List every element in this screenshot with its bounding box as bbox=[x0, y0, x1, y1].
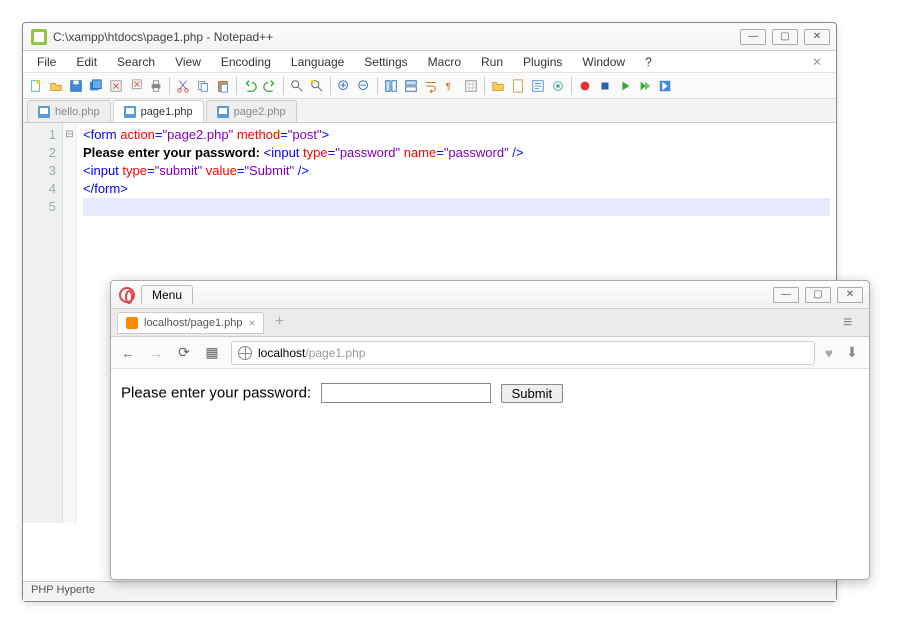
document-tabs: hello.php page1.php page2.php bbox=[23, 99, 836, 123]
redo-icon[interactable] bbox=[261, 77, 279, 95]
open-file-icon[interactable] bbox=[47, 77, 65, 95]
speed-dial-icon[interactable]: ▦ bbox=[203, 344, 221, 362]
file-icon bbox=[217, 106, 229, 118]
npp-statusbar: PHP Hyperte bbox=[23, 581, 836, 601]
cut-icon[interactable] bbox=[174, 77, 192, 95]
tab-page1-php[interactable]: page1.php bbox=[113, 100, 204, 122]
tab-hello-php[interactable]: hello.php bbox=[27, 100, 111, 122]
npp-app-icon bbox=[31, 29, 47, 45]
browser-maximize-button[interactable]: ▢ bbox=[805, 287, 831, 303]
doc-map-icon[interactable] bbox=[509, 77, 527, 95]
browser-tabstrip: localhost/page1.php × + ≡ bbox=[111, 309, 869, 337]
show-all-chars-icon[interactable]: ¶ bbox=[442, 77, 460, 95]
folder-tree-icon[interactable] bbox=[489, 77, 507, 95]
back-button[interactable]: ← bbox=[119, 344, 137, 362]
menu-file[interactable]: File bbox=[29, 53, 64, 71]
password-label: Please enter your password: bbox=[121, 385, 311, 402]
save-macro-icon[interactable] bbox=[656, 77, 674, 95]
browser-titlebar[interactable]: Menu — ▢ ✕ bbox=[111, 281, 869, 309]
menu-search[interactable]: Search bbox=[109, 53, 163, 71]
close-all-icon[interactable] bbox=[127, 77, 145, 95]
line-gutter: 1 2 3 4 5 bbox=[23, 123, 63, 523]
menu-encoding[interactable]: Encoding bbox=[213, 53, 279, 71]
save-icon[interactable] bbox=[67, 77, 85, 95]
menu-window[interactable]: Window bbox=[574, 53, 633, 71]
zoom-out-icon[interactable] bbox=[355, 77, 373, 95]
tab-menu-icon[interactable]: ≡ bbox=[843, 314, 863, 332]
fold-gutter[interactable]: ⊟ bbox=[63, 123, 77, 523]
minimize-button[interactable]: — bbox=[740, 29, 766, 45]
browser-close-button[interactable]: ✕ bbox=[837, 287, 863, 303]
print-icon[interactable] bbox=[147, 77, 165, 95]
menu-plugins[interactable]: Plugins bbox=[515, 53, 570, 71]
undo-icon[interactable] bbox=[241, 77, 259, 95]
url-text: localhost/page1.php bbox=[258, 346, 365, 360]
play-macro-icon[interactable] bbox=[616, 77, 634, 95]
opera-icon bbox=[119, 287, 135, 303]
save-all-icon[interactable] bbox=[87, 77, 105, 95]
page-content: Please enter your password: Submit bbox=[111, 369, 869, 417]
menu-language[interactable]: Language bbox=[283, 53, 352, 71]
zoom-in-icon[interactable] bbox=[335, 77, 353, 95]
xampp-favicon-icon bbox=[126, 317, 138, 329]
maximize-button[interactable]: ▢ bbox=[772, 29, 798, 45]
sync-v-icon[interactable] bbox=[382, 77, 400, 95]
browser-tab-page1[interactable]: localhost/page1.php × bbox=[117, 312, 264, 334]
submit-button[interactable]: Submit bbox=[501, 384, 563, 403]
menu-run[interactable]: Run bbox=[473, 53, 511, 71]
bookmark-heart-icon[interactable]: ♥ bbox=[825, 345, 833, 361]
wrap-icon[interactable] bbox=[422, 77, 440, 95]
new-file-icon[interactable] bbox=[27, 77, 45, 95]
sync-h-icon[interactable] bbox=[402, 77, 420, 95]
paste-icon[interactable] bbox=[214, 77, 232, 95]
copy-icon[interactable] bbox=[194, 77, 212, 95]
find-icon[interactable] bbox=[288, 77, 306, 95]
file-icon bbox=[38, 106, 50, 118]
menu-help[interactable]: ? bbox=[637, 53, 660, 71]
site-info-icon[interactable] bbox=[238, 346, 252, 360]
stop-macro-icon[interactable] bbox=[596, 77, 614, 95]
opera-menu-button[interactable]: Menu bbox=[141, 285, 193, 304]
file-icon bbox=[124, 106, 136, 118]
browser-toolbar: ← → ⟳ ▦ localhost/page1.php ♥ ⬇ bbox=[111, 337, 869, 369]
forward-button[interactable]: → bbox=[147, 344, 165, 362]
menu-macro[interactable]: Macro bbox=[420, 53, 469, 71]
doc-close-x-icon[interactable]: ✕ bbox=[804, 55, 830, 69]
address-bar[interactable]: localhost/page1.php bbox=[231, 341, 815, 365]
downloads-icon[interactable]: ⬇ bbox=[843, 344, 861, 362]
npp-menubar: File Edit Search View Encoding Language … bbox=[23, 51, 836, 73]
browser-minimize-button[interactable]: — bbox=[773, 287, 799, 303]
menu-settings[interactable]: Settings bbox=[356, 53, 415, 71]
monitor-icon[interactable] bbox=[549, 77, 567, 95]
npp-titlebar[interactable]: C:\xampp\htdocs\page1.php - Notepad++ — … bbox=[23, 23, 836, 51]
play-multi-icon[interactable] bbox=[636, 77, 654, 95]
npp-toolbar: ¶ bbox=[23, 73, 836, 99]
record-macro-icon[interactable] bbox=[576, 77, 594, 95]
npp-title: C:\xampp\htdocs\page1.php - Notepad++ bbox=[53, 30, 740, 44]
tab-page2-php[interactable]: page2.php bbox=[206, 100, 297, 122]
indent-guide-icon[interactable] bbox=[462, 77, 480, 95]
close-file-icon[interactable] bbox=[107, 77, 125, 95]
replace-icon[interactable] bbox=[308, 77, 326, 95]
func-list-icon[interactable] bbox=[529, 77, 547, 95]
new-tab-button[interactable]: + bbox=[270, 314, 288, 332]
menu-edit[interactable]: Edit bbox=[68, 53, 105, 71]
menu-view[interactable]: View bbox=[167, 53, 209, 71]
password-input[interactable] bbox=[321, 383, 491, 403]
opera-browser-window: Menu — ▢ ✕ localhost/page1.php × + ≡ ← →… bbox=[110, 280, 870, 580]
svg-text:¶: ¶ bbox=[446, 81, 451, 92]
close-button[interactable]: ✕ bbox=[804, 29, 830, 45]
reload-button[interactable]: ⟳ bbox=[175, 344, 193, 362]
tab-close-icon[interactable]: × bbox=[248, 316, 255, 330]
